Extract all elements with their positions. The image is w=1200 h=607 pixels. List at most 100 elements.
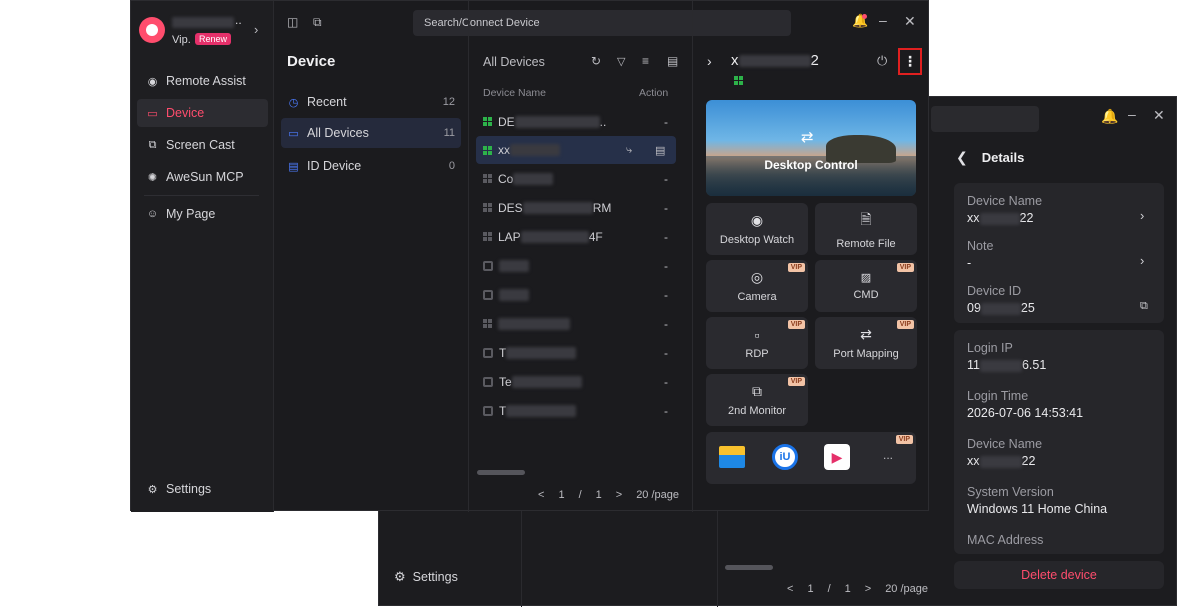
device-row-action[interactable]: - <box>664 375 668 389</box>
category-recent[interactable]: ◷ Recent 12 <box>281 88 461 116</box>
device-row[interactable]: Co - <box>476 165 676 192</box>
device-row-name-tail: 4F <box>588 229 603 244</box>
chevron-right-icon[interactable]: › <box>1140 208 1144 223</box>
refresh-icon[interactable]: ↻ <box>591 54 601 68</box>
sort-icon[interactable]: ≡ <box>642 54 649 68</box>
device-row-action[interactable]: - <box>664 346 668 360</box>
delete-device-button[interactable]: Delete device <box>954 561 1164 589</box>
details-icon[interactable]: ▤ <box>655 144 665 157</box>
device-name-field[interactable]: Device Name xx 22 <box>967 194 1042 225</box>
device-row[interactable]: Te - <box>476 368 676 395</box>
per-page-select[interactable]: 20 /page <box>636 489 679 501</box>
device-row-action[interactable]: - <box>664 259 668 273</box>
prev-page-button[interactable]: < <box>787 583 793 595</box>
remote-control-icon[interactable]: ⤷ <box>626 144 632 157</box>
more-vertical-icon: ⋮ <box>903 53 917 69</box>
more-apps-button[interactable]: ... <box>883 448 893 462</box>
per-page-select[interactable]: 20 /page <box>885 583 928 595</box>
desktop-control-button[interactable]: ⇄ Desktop Control <box>706 100 916 196</box>
device-row-action[interactable]: - <box>664 404 668 418</box>
app-icon[interactable]: iU <box>772 444 798 470</box>
device-row-name: T <box>499 345 507 360</box>
redacted-text <box>522 201 593 214</box>
redacted-text <box>510 144 560 156</box>
nav-device-label: Device <box>166 106 205 120</box>
cmd-label: CMD <box>853 289 879 301</box>
device-row-action[interactable]: - <box>664 288 668 302</box>
display-mode-icon[interactable]: ▤ <box>667 54 678 68</box>
login-ip-field: Login IP 11 6.51 <box>967 341 1046 372</box>
device-row-action[interactable]: - <box>664 230 668 244</box>
device-row-action[interactable]: - <box>664 115 668 129</box>
search-bar[interactable] <box>931 106 1039 132</box>
close-button[interactable]: ✕ <box>1153 107 1165 124</box>
renew-button[interactable]: Renew <box>195 33 232 45</box>
redacted-text <box>980 302 1021 315</box>
rdp-tile[interactable]: VIP ▫ RDP <box>706 317 808 369</box>
device-row-name-tail: RM <box>592 200 612 215</box>
remote-file-tile[interactable]: 🗎 Remote File <box>815 203 917 255</box>
category-id-device[interactable]: ▤ ID Device 0 <box>281 152 461 180</box>
device-row[interactable]: - <box>476 310 676 337</box>
prev-page-button[interactable]: < <box>538 489 544 501</box>
device-row[interactable]: - <box>476 281 676 308</box>
desktop-watch-tile[interactable]: ◉ Desktop Watch <box>706 203 808 255</box>
device-row-action[interactable]: - <box>664 172 668 186</box>
device-row[interactable]: T - <box>476 339 676 366</box>
desktop-watch-label: Desktop Watch <box>719 234 795 246</box>
nav-remote-assist[interactable]: ◉ Remote Assist <box>137 67 268 95</box>
device-row[interactable]: T - <box>476 397 676 424</box>
nav-awesun-mcp-label: AweSun MCP <box>166 170 244 184</box>
pagination: < 1 / 1 > 20 /page <box>538 489 679 501</box>
notification-icon[interactable]: 🔔 <box>1101 108 1118 125</box>
nav-settings[interactable]: ⚙ Settings <box>137 475 268 503</box>
nav-settings-label: Settings <box>166 482 212 496</box>
device-row-action[interactable]: - <box>664 201 668 215</box>
nav-awesun-mcp[interactable]: ✺ AweSun MCP <box>137 163 268 191</box>
col-device-name: Device Name <box>483 87 547 99</box>
nav-screen-cast[interactable]: ⧉ Screen Cast <box>137 131 268 159</box>
device-name-value-tail: 22 <box>1019 211 1034 225</box>
device-panel-title: Device <box>287 53 336 70</box>
file-explorer-app-icon[interactable] <box>719 446 745 468</box>
scrollbar[interactable] <box>477 470 525 475</box>
chevron-right-icon[interactable]: › <box>254 22 258 37</box>
category-all-devices[interactable]: ▭ All Devices 11 <box>281 118 461 148</box>
nav-device[interactable]: ▭ Device <box>137 99 268 127</box>
back-sidebar: ⚙ Settings <box>379 511 522 607</box>
next-page-button[interactable]: > <box>865 583 871 595</box>
details-title: Details <box>981 150 1025 165</box>
minimize-button[interactable]: – <box>1128 106 1136 122</box>
collapse-chevron-icon[interactable]: › <box>707 53 712 69</box>
more-options-button[interactable]: ⋮ <box>898 48 922 75</box>
nav-my-page[interactable]: ☺ My Page <box>137 200 268 228</box>
device-row[interactable]: LAP 4F - <box>476 223 676 250</box>
list-title: All Devices <box>483 55 545 69</box>
device-row[interactable]: - <box>476 252 676 279</box>
second-monitor-tile[interactable]: VIP ⧉ 2nd Monitor <box>706 374 808 426</box>
category-all-devices-label: All Devices <box>307 126 369 140</box>
device-id-value-head: 09 <box>967 301 981 315</box>
device-row-selected[interactable]: xx ⤷ ▤ <box>476 136 676 164</box>
redacted-text <box>506 404 577 417</box>
back-chevron-icon[interactable]: ❮ <box>956 149 968 166</box>
power-icon[interactable]: ⏻ <box>877 53 887 69</box>
device-name-value-head: xx <box>967 211 980 225</box>
vip-badge: VIP <box>787 377 805 386</box>
awesun-app-icon[interactable]: ▶ <box>824 444 850 470</box>
device-row[interactable]: DES RM - <box>476 194 676 221</box>
next-page-button[interactable]: > <box>616 489 622 501</box>
port-mapping-tile[interactable]: VIP ⇄ Port Mapping <box>815 317 917 369</box>
filter-icon[interactable]: ▽ <box>617 55 625 68</box>
device-row[interactable]: DE .. - <box>476 108 676 135</box>
chevron-right-icon[interactable]: › <box>1140 253 1144 268</box>
scrollbar[interactable] <box>725 565 773 570</box>
camera-tile[interactable]: VIP ◎ Camera <box>706 260 808 312</box>
settings-nav[interactable]: ⚙ Settings <box>394 569 458 585</box>
device-row-name: DES <box>498 200 523 215</box>
cmd-tile[interactable]: VIP ▨ CMD <box>815 260 917 312</box>
copy-icon[interactable]: ⧉ <box>1140 300 1148 313</box>
note-field[interactable]: Note - <box>967 239 993 270</box>
device-row-action[interactable]: - <box>664 317 668 331</box>
avatar[interactable] <box>139 17 165 43</box>
